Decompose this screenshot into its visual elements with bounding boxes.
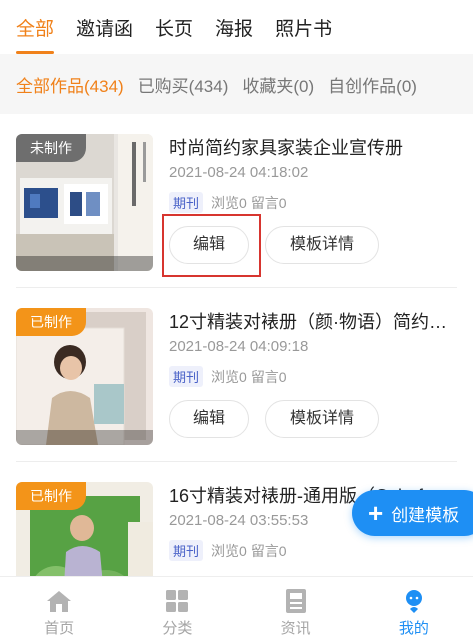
work-meta: 期刊 浏览0 留言0	[169, 540, 291, 561]
comment-count: 留言0	[250, 542, 287, 559]
filter-self-created[interactable]: 自创作品(0)	[328, 72, 417, 97]
work-meta: 期刊 浏览0 留言0	[169, 366, 291, 387]
nav-home-label: 首页	[44, 620, 75, 637]
nav-mine[interactable]: 我的	[355, 577, 473, 638]
tab-invitation[interactable]: 邀请函	[76, 14, 133, 41]
tab-photo-book[interactable]: 照片书	[275, 14, 332, 41]
nav-home[interactable]: 首页	[0, 577, 118, 638]
create-template-label: 创建模板	[391, 505, 460, 525]
profile-icon	[400, 587, 428, 614]
nav-category[interactable]: 分类	[118, 577, 236, 638]
work-timestamp: 2021-08-24 04:09:18	[169, 338, 309, 355]
work-meta: 期刊 浏览0 留言0	[169, 192, 291, 213]
work-card[interactable]: 未制作 时尚简约家具家装企业宣传册 2021-08-24 04:18:02 期刊…	[0, 114, 473, 288]
view-count: 浏览0	[211, 194, 247, 211]
tab-poster[interactable]: 海报	[215, 14, 253, 41]
nav-news-label: 资讯	[280, 620, 311, 637]
type-tag: 期刊	[169, 366, 204, 387]
edit-button[interactable]: 编辑	[169, 400, 249, 438]
create-template-button[interactable]: + 创建模板	[352, 490, 473, 536]
news-icon	[282, 587, 310, 614]
filter-all-works[interactable]: 全部作品(434)	[16, 72, 124, 97]
nav-mine-label: 我的	[398, 620, 429, 637]
works-filter-tabs: 全部作品(434) 已购买(434) 收藏夹(0) 自创作品(0)	[0, 54, 473, 114]
filter-favorites[interactable]: 收藏夹(0)	[242, 72, 314, 97]
view-count: 浏览0	[211, 368, 247, 385]
filter-purchased[interactable]: 已购买(434)	[138, 72, 229, 97]
view-count: 浏览0	[211, 542, 247, 559]
nav-category-label: 分类	[162, 620, 193, 637]
status-badge: 已制作	[16, 482, 86, 510]
work-title[interactable]: 时尚简约家具家装企业宣传册	[169, 134, 454, 160]
comment-count: 留言0	[250, 194, 287, 211]
work-timestamp: 2021-08-24 03:55:53	[169, 512, 309, 529]
home-icon	[45, 587, 73, 614]
comment-count: 留言0	[250, 368, 287, 385]
work-timestamp: 2021-08-24 04:18:02	[169, 164, 309, 181]
top-category-tabs: 全部 邀请函 长页 海报 照片书	[0, 0, 473, 54]
work-card[interactable]: 已制作 12寸精装对裱册（颜·物语）简约风格 2021-08-24 04:09:…	[0, 288, 473, 462]
tab-all[interactable]: 全部	[16, 14, 55, 54]
template-detail-button[interactable]: 模板详情	[265, 226, 379, 264]
work-thumbnail[interactable]: 未制作	[16, 134, 153, 271]
bottom-navigation: 首页 分类 资讯 我的	[0, 576, 473, 638]
status-badge: 已制作	[16, 308, 86, 336]
work-thumbnail[interactable]: 已制作	[16, 308, 153, 445]
type-tag: 期刊	[169, 540, 204, 561]
works-list: 未制作 时尚简约家具家装企业宣传册 2021-08-24 04:18:02 期刊…	[0, 114, 473, 636]
nav-news[interactable]: 资讯	[237, 577, 355, 638]
tab-long-page[interactable]: 长页	[155, 14, 193, 41]
work-title[interactable]: 12寸精装对裱册（颜·物语）简约风格	[169, 308, 454, 334]
grid-icon	[163, 587, 191, 614]
status-badge: 未制作	[16, 134, 86, 162]
edit-button[interactable]: 编辑	[169, 226, 249, 264]
type-tag: 期刊	[169, 192, 204, 213]
plus-icon: +	[368, 498, 384, 528]
template-detail-button[interactable]: 模板详情	[265, 400, 379, 438]
